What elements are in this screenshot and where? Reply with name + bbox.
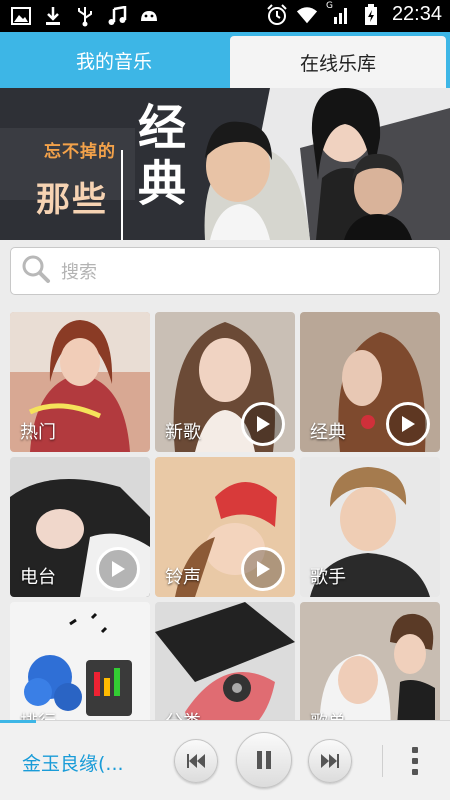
tab-bar: 我的音乐 在线乐库: [0, 32, 450, 88]
playlists-artwork: [300, 602, 440, 720]
search-input[interactable]: 搜索: [10, 247, 440, 295]
music-note-icon: [106, 5, 128, 27]
banner-text-line1: 忘不掉的: [44, 142, 116, 162]
now-playing-title[interactable]: 金玉良缘(...: [22, 749, 162, 776]
category-label: 新歌: [165, 422, 201, 443]
category-tile-new-songs[interactable]: 新歌: [155, 312, 295, 452]
tab-my-music[interactable]: 我的音乐: [0, 32, 228, 88]
play-icon[interactable]: [241, 402, 285, 446]
clock: 22:34: [391, 3, 442, 25]
alarm-icon: [266, 3, 288, 26]
category-tile-charts[interactable]: 排行: [10, 602, 150, 720]
more-menu-icon[interactable]: [404, 743, 426, 779]
signal-icon: G: [325, 0, 352, 26]
download-icon: [42, 5, 64, 27]
category-label: 电台: [20, 567, 56, 588]
banner-text-line3: 经典: [138, 100, 187, 212]
category-label: 热门: [20, 422, 56, 443]
next-button[interactable]: [308, 739, 352, 783]
category-label: 歌手: [310, 567, 346, 588]
search-placeholder: 搜索: [61, 262, 97, 283]
category-tile-classic[interactable]: 经典: [300, 312, 440, 452]
category-grid: 热门 新歌 经典 电台 铃声 歌手: [0, 312, 450, 720]
pause-button[interactable]: [236, 732, 292, 788]
category-label: 歌单: [310, 708, 346, 720]
category-tile-radio[interactable]: 电台: [10, 457, 150, 597]
next-icon: [321, 754, 339, 768]
android-icon: [138, 5, 160, 27]
play-icon[interactable]: [96, 547, 140, 591]
usb-icon: [74, 5, 96, 27]
signal-label: G: [325, 0, 333, 11]
category-tile-singers[interactable]: 歌手: [300, 457, 440, 597]
categories-artwork: [155, 602, 295, 720]
now-playing-bar[interactable]: 金玉良缘(...: [0, 720, 450, 800]
image-icon: [10, 5, 32, 27]
category-label: 分类: [165, 708, 201, 720]
category-tile-categories[interactable]: 分类: [155, 602, 295, 720]
player-divider: [382, 745, 383, 777]
category-tile-hot[interactable]: 热门: [10, 312, 150, 452]
status-bar: G 22:34: [0, 0, 450, 32]
banner-text-line2: 那些: [36, 180, 108, 220]
category-label: 经典: [310, 422, 346, 443]
charts-artwork: [10, 602, 150, 720]
category-tile-ringtone[interactable]: 铃声: [155, 457, 295, 597]
playback-progress[interactable]: [0, 720, 36, 723]
previous-button[interactable]: [174, 739, 218, 783]
category-tile-playlists[interactable]: 歌单: [300, 602, 440, 720]
pause-icon: [257, 751, 271, 769]
previous-icon: [187, 754, 205, 768]
play-icon[interactable]: [241, 547, 285, 591]
category-label: 铃声: [165, 567, 201, 588]
search-icon: [21, 254, 51, 288]
tab-online-library[interactable]: 在线乐库: [230, 36, 446, 88]
category-label: 排行: [20, 708, 56, 720]
play-icon[interactable]: [386, 402, 430, 446]
wifi-icon: [296, 4, 318, 26]
battery-charging-icon: [360, 3, 382, 26]
